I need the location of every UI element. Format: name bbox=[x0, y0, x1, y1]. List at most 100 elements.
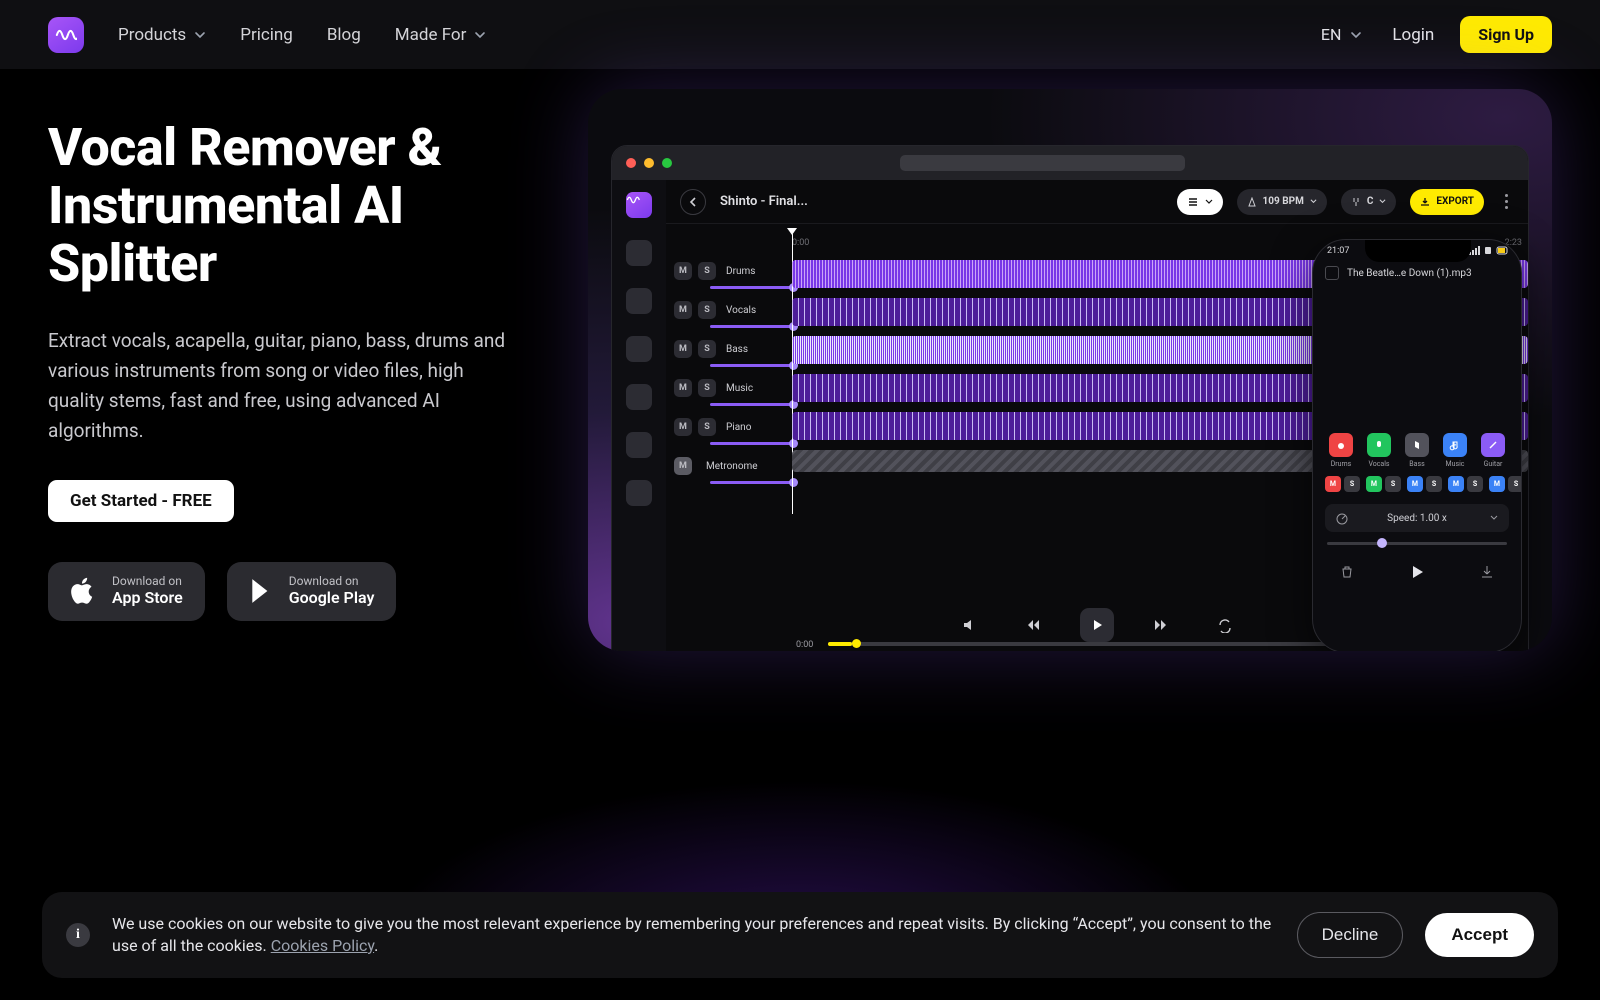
mixer-vocals[interactable]: Vocals bbox=[1363, 427, 1395, 468]
mute-button[interactable]: M bbox=[1448, 476, 1464, 492]
track-name: Piano bbox=[726, 422, 751, 433]
tool-profile-icon[interactable] bbox=[626, 480, 652, 506]
mute-button[interactable]: M bbox=[674, 379, 692, 397]
nav-label: Blog bbox=[327, 25, 361, 45]
tool-shuffle-icon[interactable] bbox=[626, 240, 652, 266]
volume-slider[interactable] bbox=[710, 403, 794, 406]
back-button[interactable] bbox=[680, 189, 706, 215]
phone-back-button[interactable] bbox=[1325, 266, 1339, 280]
editor-topbar: Shinto - Final... 109 BPM bbox=[666, 180, 1528, 224]
solo-button[interactable]: S bbox=[1426, 476, 1442, 492]
export-button[interactable]: EXPORT bbox=[1410, 189, 1484, 215]
mixer-drums[interactable]: Drums bbox=[1325, 427, 1357, 468]
nav-products[interactable]: Products bbox=[118, 25, 206, 45]
mute-button[interactable]: M bbox=[1366, 476, 1382, 492]
download-icon bbox=[1420, 197, 1430, 207]
nav-pricing[interactable]: Pricing bbox=[240, 25, 293, 45]
brand-logo[interactable] bbox=[48, 17, 84, 53]
mute-button[interactable]: M bbox=[674, 262, 692, 280]
volume-slider[interactable] bbox=[710, 442, 794, 445]
time-label: 0:00 bbox=[792, 238, 809, 248]
mixer-label: Guitar bbox=[1484, 460, 1503, 468]
stems-button[interactable] bbox=[1177, 189, 1223, 215]
traffic-light-zoom-icon bbox=[662, 158, 672, 168]
mixer-bass[interactable]: Bass bbox=[1401, 427, 1433, 468]
store-buttons: Download on App Store Download on Google… bbox=[48, 562, 528, 621]
google-play-button[interactable]: Download on Google Play bbox=[227, 562, 397, 621]
volume-slider[interactable] bbox=[710, 364, 794, 367]
solo-button[interactable]: S bbox=[1344, 476, 1360, 492]
phone-mixers: Drums Vocals Bass Music bbox=[1313, 286, 1521, 472]
volume-slider[interactable] bbox=[710, 481, 794, 484]
tool-mic-icon[interactable] bbox=[626, 384, 652, 410]
phone-trash-button[interactable] bbox=[1339, 564, 1355, 580]
track-name: Metronome bbox=[706, 461, 758, 472]
play-button[interactable] bbox=[1080, 608, 1114, 642]
tool-denoise-icon[interactable] bbox=[626, 336, 652, 362]
phone-download-button[interactable] bbox=[1479, 564, 1495, 580]
language-selector[interactable]: EN bbox=[1321, 25, 1363, 44]
cookie-text: We use cookies on our website to give yo… bbox=[112, 913, 1275, 958]
solo-button[interactable]: S bbox=[698, 418, 716, 436]
tool-cleanup-icon[interactable] bbox=[626, 288, 652, 314]
mute-button[interactable]: M bbox=[674, 301, 692, 319]
mute-button[interactable]: M bbox=[1325, 476, 1341, 492]
phone-mockup: 21:07 The Beatle…e Down (1).mp3 Drums bbox=[1312, 239, 1522, 651]
mute-button[interactable]: M bbox=[1489, 476, 1505, 492]
solo-button[interactable]: S bbox=[1508, 476, 1522, 492]
metronome-icon bbox=[1247, 197, 1257, 207]
phone-clock: 21:07 bbox=[1327, 246, 1349, 256]
mute-button[interactable]: M bbox=[674, 340, 692, 358]
chevron-down-icon bbox=[1379, 198, 1386, 205]
login-link[interactable]: Login bbox=[1392, 25, 1434, 45]
nav-label: Made For bbox=[395, 25, 467, 45]
mixer-guitar[interactable]: Guitar bbox=[1477, 427, 1509, 468]
mixer-label: Music bbox=[1446, 460, 1465, 468]
solo-button[interactable]: S bbox=[698, 379, 716, 397]
track-row: M Metronome bbox=[674, 457, 784, 484]
mute-button[interactable]: M bbox=[674, 457, 692, 475]
tool-splitter-icon[interactable] bbox=[626, 192, 652, 218]
cookies-policy-link[interactable]: Cookies Policy bbox=[271, 936, 374, 955]
mixer-music[interactable]: Music bbox=[1439, 427, 1471, 468]
waveform-icon bbox=[55, 24, 77, 46]
guitar-icon bbox=[1481, 433, 1505, 457]
volume-button[interactable] bbox=[952, 608, 986, 642]
hero-subtitle: Extract vocals, acapella, guitar, piano,… bbox=[48, 326, 508, 446]
solo-button[interactable]: S bbox=[698, 301, 716, 319]
volume-slider[interactable] bbox=[710, 286, 794, 289]
drums-icon bbox=[1329, 433, 1353, 457]
rewind-button[interactable] bbox=[1016, 608, 1050, 642]
phone-seek-bar[interactable] bbox=[1327, 542, 1507, 545]
accept-button[interactable]: Accept bbox=[1425, 913, 1534, 957]
solo-button[interactable]: S bbox=[1467, 476, 1483, 492]
track-labels: MSDrums MSVocals MSBass bbox=[666, 224, 792, 584]
track-row: MSMusic bbox=[674, 379, 784, 406]
forward-button[interactable] bbox=[1144, 608, 1178, 642]
phone-speed-control[interactable]: Speed: 1.00 x bbox=[1325, 504, 1509, 532]
tool-speed-icon[interactable] bbox=[626, 432, 652, 458]
bpm-pill[interactable]: 109 BPM bbox=[1237, 189, 1327, 215]
solo-button[interactable]: S bbox=[698, 262, 716, 280]
chevron-down-icon bbox=[1205, 198, 1213, 206]
app-store-button[interactable]: Download on App Store bbox=[48, 562, 205, 621]
language-code: EN bbox=[1321, 25, 1342, 44]
signup-button[interactable]: Sign Up bbox=[1460, 16, 1552, 53]
mixer-label: Drums bbox=[1331, 460, 1352, 468]
phone-play-button[interactable] bbox=[1408, 563, 1426, 581]
mute-button[interactable]: M bbox=[674, 418, 692, 436]
nav-blog[interactable]: Blog bbox=[327, 25, 361, 45]
solo-button[interactable]: S bbox=[1385, 476, 1401, 492]
nav-made-for[interactable]: Made For bbox=[395, 25, 487, 45]
google-play-icon bbox=[249, 577, 275, 605]
decline-button[interactable]: Decline bbox=[1297, 912, 1404, 958]
get-started-button[interactable]: Get Started - FREE bbox=[48, 480, 234, 522]
more-menu-button[interactable] bbox=[1498, 189, 1514, 215]
solo-button[interactable]: S bbox=[698, 340, 716, 358]
loop-button[interactable] bbox=[1208, 608, 1242, 642]
mute-button[interactable]: M bbox=[1407, 476, 1423, 492]
nav-label: Products bbox=[118, 25, 186, 45]
volume-slider[interactable] bbox=[710, 325, 794, 328]
key-pill[interactable]: C bbox=[1341, 189, 1397, 215]
store-name: Google Play bbox=[289, 588, 375, 609]
